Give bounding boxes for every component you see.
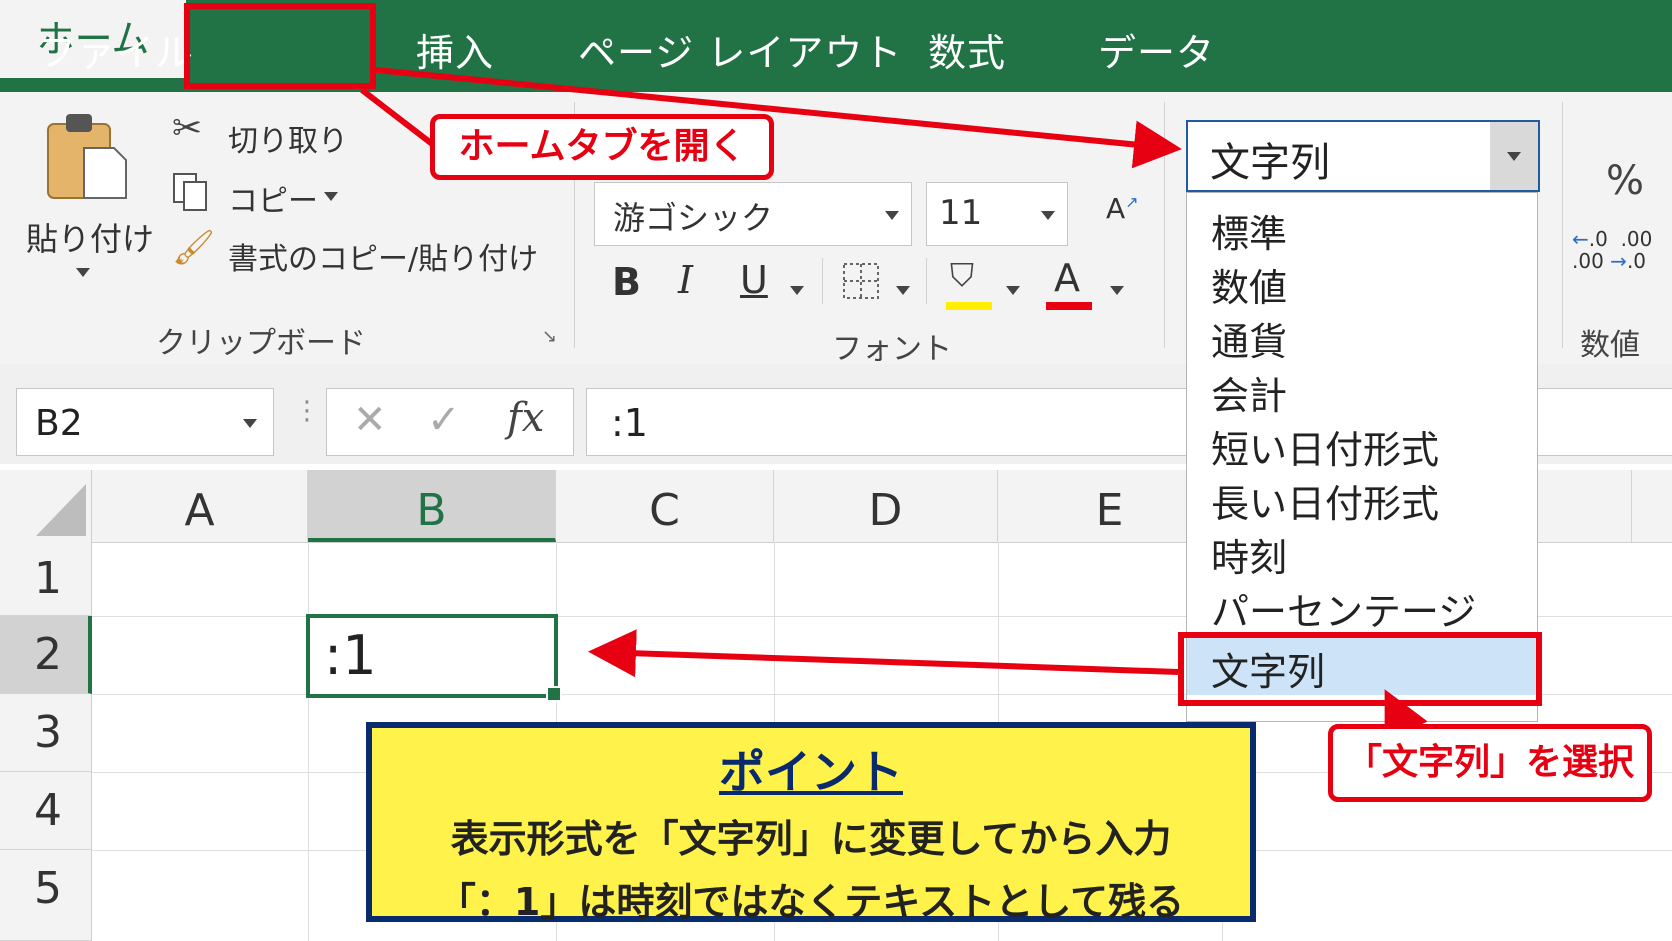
- point-line-1: 表示形式を「文字列」に変更してから入力: [450, 817, 1172, 861]
- arrow-to-cell-b2: [588, 629, 1179, 678]
- point-title: ポイント: [719, 745, 903, 799]
- callout-select-text: 「文字列」を選択: [1328, 724, 1652, 802]
- point-box: ポイント 表示形式を「文字列」に変更してから入力 「：1」は時刻ではなくテキスト…: [366, 722, 1256, 924]
- callout-open-home-tab: ホームタブを開く: [430, 114, 774, 180]
- point-line-2: 「：1」は時刻ではなくテキストとして残る: [437, 880, 1185, 924]
- callout-pointer: [360, 87, 442, 153]
